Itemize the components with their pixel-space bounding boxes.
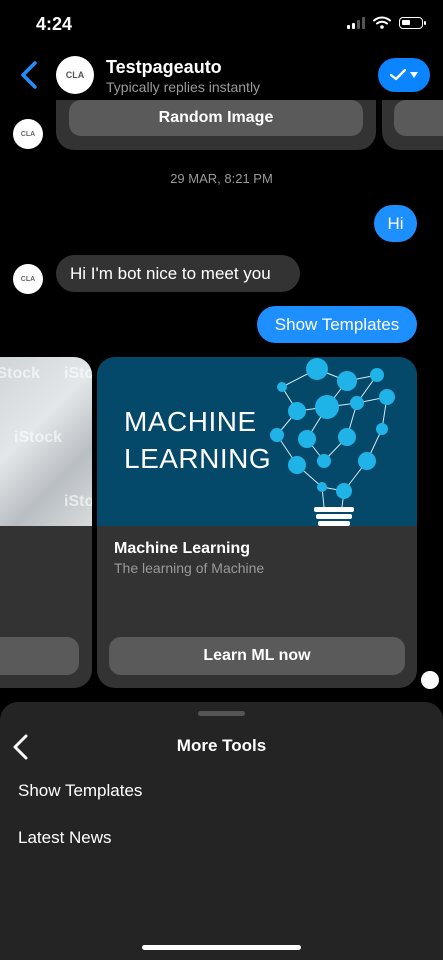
card-image: iStock iStock iStock iStock <box>0 357 92 526</box>
watermark-text: iStock <box>64 493 92 510</box>
card-button-partial[interactable] <box>394 100 443 136</box>
verify-button[interactable] <box>378 58 430 92</box>
bot-avatar: CLA <box>13 119 43 149</box>
avatar-logo-text: CLA <box>20 130 36 138</box>
avatar-logo-text: CLA <box>20 275 36 283</box>
watermark-text: iStock <box>14 429 63 446</box>
watermark-text: iStock <box>0 365 41 382</box>
card-image: MACHINE LEARNING <box>97 357 417 526</box>
page-avatar[interactable]: CLA <box>56 56 94 94</box>
sheet-title: More Tools <box>176 736 267 755</box>
user-message-show-templates[interactable]: Show Templates <box>257 306 417 343</box>
sheet-grabber[interactable] <box>198 711 245 716</box>
home-indicator[interactable] <box>142 945 301 950</box>
status-time: 4:24 <box>36 14 73 34</box>
bot-avatar: CLA <box>13 264 43 294</box>
template-card-machine-learning[interactable]: MACHINE LEARNING Machine Learning The le… <box>97 357 417 688</box>
random-image-button[interactable]: Random Image <box>69 100 363 136</box>
bot-message-greeting[interactable]: Hi I'm bot nice to meet you <box>56 255 300 292</box>
menu-item-latest-news[interactable]: Latest News <box>18 828 112 848</box>
learn-ml-button[interactable]: Learn ML now <box>109 637 405 675</box>
menu-item-show-templates[interactable]: Show Templates <box>18 781 142 801</box>
read-receipt-avatar <box>421 671 439 689</box>
battery-icon <box>399 16 426 29</box>
avatar-logo-text: CLA <box>65 70 85 80</box>
user-message-hi[interactable]: Hi <box>374 205 417 242</box>
checkmark-icon <box>390 69 406 81</box>
caret-down-icon <box>410 72 418 78</box>
back-chevron-icon[interactable] <box>16 58 42 92</box>
card-title: Machine Learning <box>114 540 251 557</box>
message-timestamp: 29 MAR, 8:21 PM <box>170 171 273 186</box>
page-title[interactable]: Testpageauto <box>106 57 222 78</box>
card-button[interactable] <box>0 637 79 675</box>
status-icons <box>347 16 426 29</box>
watermark-text: iStock <box>64 365 92 382</box>
page-subtitle: Typically replies instantly <box>106 79 261 95</box>
card-subtitle: The learning of Machine <box>114 560 265 576</box>
signal-icon <box>347 16 365 29</box>
template-card-left[interactable]: iStock iStock iStock iStock <box>0 357 92 688</box>
wifi-icon <box>373 16 391 29</box>
lightbulb-network-icon <box>270 358 395 526</box>
card-image-text: MACHINE LEARNING <box>124 406 272 474</box>
